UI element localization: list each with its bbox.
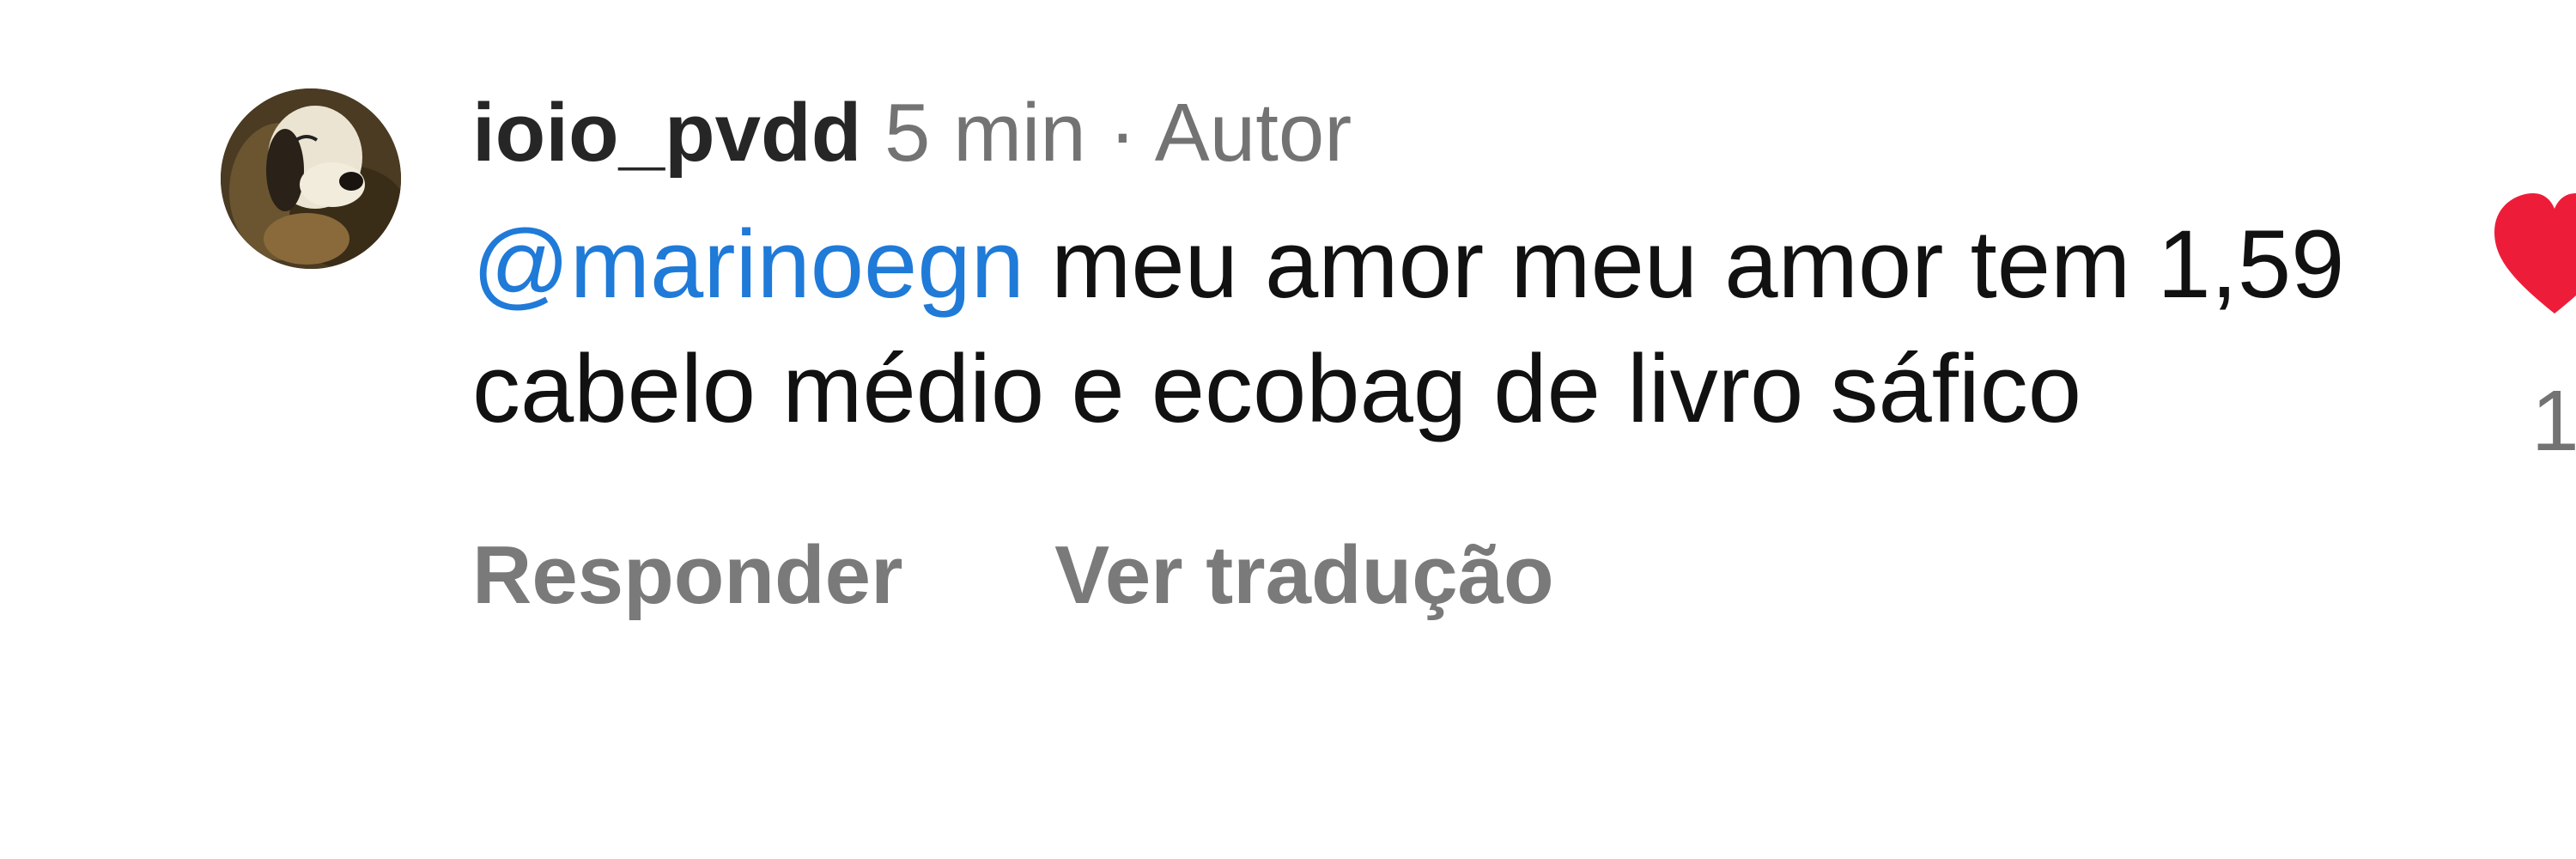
snoopy-avatar-image [221, 88, 401, 269]
author-tag: Autor [1154, 87, 1352, 179]
see-translation-button[interactable]: Ver tradução [1054, 528, 1554, 623]
separator: · [1109, 87, 1137, 179]
username[interactable]: ioio_pvdd [472, 87, 861, 179]
comment-meta: ioio_pvdd 5 min · Autor [472, 82, 2361, 185]
mention-link[interactable]: @marinoegn [472, 210, 1024, 318]
comment-time: 5 min [884, 87, 1086, 179]
comment-item: ioio_pvdd 5 min · Autor @marinoegn meu a… [0, 0, 2576, 859]
comment-content: ioio_pvdd 5 min · Autor @marinoegn meu a… [472, 82, 2361, 623]
comment-text: @marinoegn meu amor meu amor tem 1,59 ca… [472, 202, 2396, 451]
comment-actions: Responder Ver tradução [472, 528, 2361, 623]
reply-button[interactable]: Responder [472, 528, 902, 623]
like-count: 1 [2531, 373, 2576, 469]
heart-icon [2494, 193, 2576, 314]
avatar[interactable] [221, 88, 401, 269]
like-button[interactable] [2494, 193, 2576, 322]
